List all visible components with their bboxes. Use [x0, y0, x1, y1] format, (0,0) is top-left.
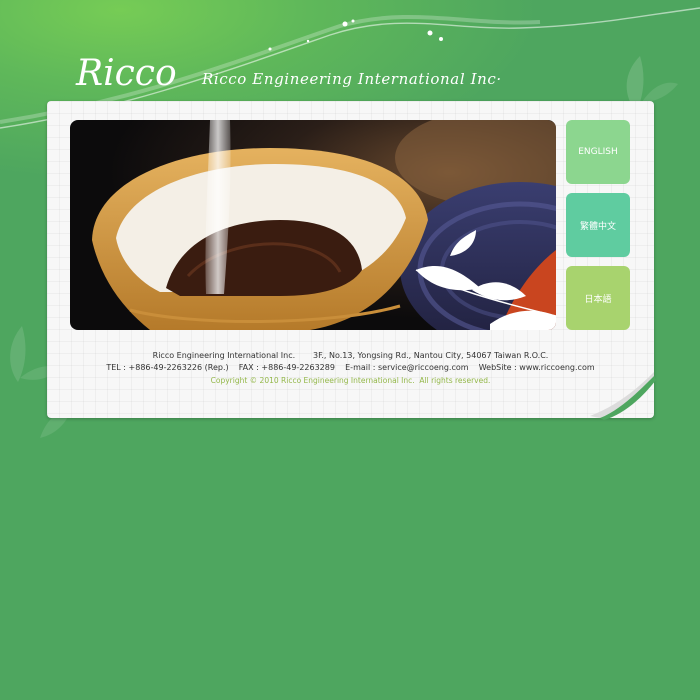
language-english-button[interactable]: ENGLISH [566, 120, 630, 184]
language-japanese-label: 日本語 [584, 294, 612, 305]
language-traditional-chinese-button[interactable]: 繁體中文 [566, 193, 630, 257]
footer-contact: TEL : +886-49-2263226 (Rep.) FAX : +886-… [106, 363, 595, 372]
hero-coffee-image [70, 120, 556, 330]
company-banner: Ricco Engineering International Inc· [202, 70, 502, 88]
language-english-label: ENGLISH [578, 147, 618, 157]
svg-text:Ricco: Ricco [75, 53, 177, 92]
footer-copyright: Copyright © 2010 Ricco Engineering Inter… [210, 376, 491, 385]
language-traditional-chinese-label: 繁體中文 [579, 221, 616, 232]
language-japanese-button[interactable]: 日本語 [566, 266, 630, 330]
footer-address: Ricco Engineering International Inc. 3F.… [152, 351, 549, 360]
ricco-logo: Ricco [75, 53, 177, 92]
